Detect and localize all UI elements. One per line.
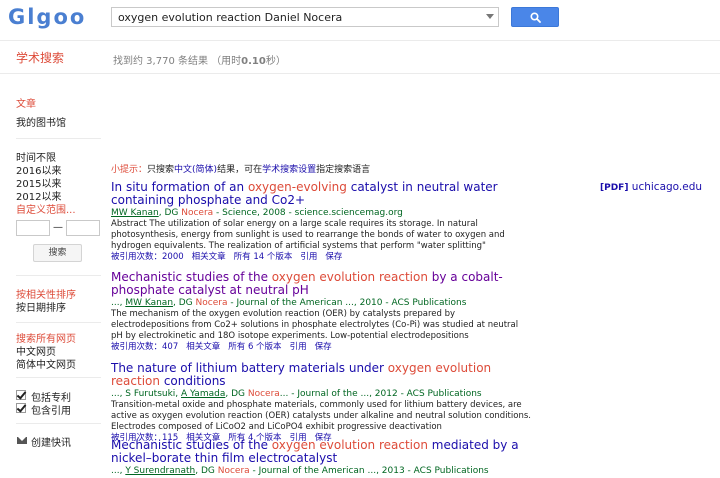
result-actions: 被引用次数：407 相关文章 所有 6 个版本 引用 保存 — [111, 342, 531, 353]
author-link[interactable]: Y Surendranath — [125, 466, 195, 476]
magnifier-icon — [530, 12, 541, 23]
header-divider — [0, 40, 720, 41]
search-result: The nature of lithium battery materials … — [111, 362, 531, 444]
language-tip: 小提示：只搜索中文(简体)结果，可在学术搜索设置指定搜索语言 — [111, 165, 371, 175]
result-authors: ..., MW Kanan, DG Nocera - Journal of th… — [111, 298, 467, 308]
result-authors: MW Kanan, DG Nocera - Science, 2008 - sc… — [111, 208, 403, 218]
result-abstract: Abstract The utilization of solar energy… — [111, 219, 505, 251]
envelope-icon — [17, 437, 27, 444]
sidebar-item-sort-date[interactable]: 按日期排序 — [16, 299, 66, 314]
result-abstract: The mechanism of the oxygen evolution re… — [111, 309, 519, 341]
tip-language-link[interactable]: 中文(简体) — [174, 165, 217, 175]
sidebar-divider — [16, 377, 101, 378]
author-link[interactable]: MW Kanan — [125, 298, 173, 308]
search-input[interactable] — [112, 8, 472, 26]
search-result: In situ formation of an oxygen-evolving … — [111, 181, 531, 263]
save-link[interactable]: 保存 — [325, 252, 342, 262]
result-title-link[interactable]: Mechanistic studies of the oxygen evolut… — [111, 271, 531, 297]
sidebar-divider — [16, 275, 101, 276]
sidebar-divider — [16, 423, 101, 424]
year-from-input[interactable] — [16, 220, 50, 236]
related-articles-link[interactable]: 相关文章 — [192, 252, 226, 262]
include-citations-checkbox[interactable] — [16, 403, 26, 413]
save-link[interactable]: 保存 — [315, 342, 332, 352]
range-search-button[interactable]: 搜索 — [33, 244, 82, 262]
result-authors: ..., Y Surendranath, DG Nocera - Journal… — [111, 466, 489, 476]
related-articles-link[interactable]: 相关文章 — [186, 342, 220, 352]
section-title[interactable]: 学术搜索 — [16, 49, 64, 66]
range-dash: — — [53, 222, 63, 233]
all-versions-link[interactable]: 所有 6 个版本 — [228, 342, 281, 352]
sidebar-divider — [16, 322, 101, 323]
sidebar-item-articles[interactable]: 文章 — [16, 95, 36, 110]
create-alert-link[interactable]: 创建快讯 — [31, 434, 71, 449]
sidebar-item-custom-range[interactable]: 自定义范围... — [16, 201, 76, 216]
result-title-link[interactable]: The nature of lithium battery materials … — [111, 362, 531, 388]
top-bar: Glgoo — [0, 0, 720, 36]
site-logo[interactable]: Glgoo — [8, 5, 86, 29]
include-patents-checkbox[interactable] — [16, 390, 26, 400]
year-to-input[interactable] — [66, 220, 100, 236]
result-title-link[interactable]: In situ formation of an oxygen-evolving … — [111, 181, 531, 207]
cite-link[interactable]: 引用 — [290, 342, 307, 352]
cite-link[interactable]: 引用 — [300, 252, 317, 262]
result-abstract: Transition-metal oxide and phosphate mat… — [111, 400, 531, 432]
search-result: Mechanistic studies of the oxygen evolut… — [111, 439, 531, 477]
author-link[interactable]: MW Kanan — [111, 208, 159, 218]
search-result: Mechanistic studies of the oxygen evolut… — [111, 271, 531, 353]
all-versions-link[interactable]: 所有 14 个版本 — [234, 252, 293, 262]
result-stats: 找到约 3,770 条结果 （用时0.10秒） — [113, 56, 286, 67]
author-link[interactable]: A Yamada — [181, 389, 225, 399]
result-title-link[interactable]: Mechanistic studies of the oxygen evolut… — [111, 439, 531, 465]
search-box[interactable] — [111, 7, 499, 27]
cited-by-link[interactable]: 被引用次数：407 — [111, 342, 178, 352]
subheader-divider — [0, 73, 720, 74]
result-authors: ..., S Furutsuki, A Yamada, DG Nocera...… — [111, 389, 482, 399]
result-actions: 被引用次数：2000 相关文章 所有 14 个版本 引用 保存 — [111, 252, 531, 263]
tip-settings-link[interactable]: 学术搜索设置 — [262, 165, 316, 175]
sidebar-divider — [16, 138, 101, 139]
include-citations-label: 包含引用 — [31, 406, 71, 417]
sidebar-item-simplified-pages[interactable]: 简体中文网页 — [16, 356, 76, 371]
sidebar-item-my-library[interactable]: 我的图书馆 — [16, 114, 66, 129]
cited-by-link[interactable]: 被引用次数：2000 — [111, 252, 184, 262]
side-pdf-link[interactable]: [PDF] uchicago.edu — [600, 181, 702, 193]
search-button[interactable] — [511, 7, 559, 27]
search-dropdown-icon[interactable] — [486, 14, 494, 19]
